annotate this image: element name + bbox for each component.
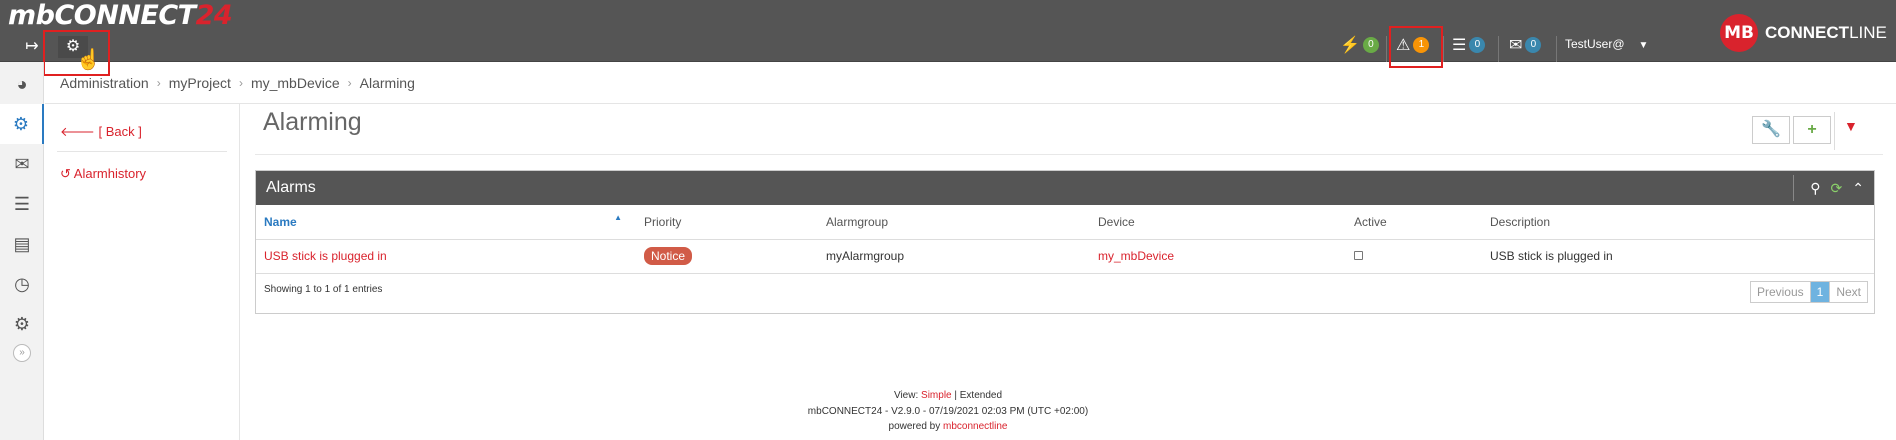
column-header-description[interactable]: Description <box>1482 205 1874 240</box>
column-header-device[interactable]: Device <box>1090 205 1346 240</box>
description-cell: USB stick is plugged in <box>1482 239 1874 274</box>
entries-info: Showing 1 to 1 of 1 entries <box>264 283 383 295</box>
collapse-sidebar-icon[interactable]: » <box>13 344 31 362</box>
chevron-right-icon: › <box>347 75 352 90</box>
next-button[interactable]: Next <box>1830 282 1867 302</box>
alarmgroup-cell: myAlarmgroup <box>818 239 1090 274</box>
previous-button[interactable]: Previous <box>1751 281 1811 302</box>
search-icon[interactable]: ⚲ <box>1810 171 1820 205</box>
book-icon[interactable]: ▤ <box>0 224 44 264</box>
column-header-alarmgroup[interactable]: Alarmgroup <box>818 205 1090 240</box>
dashboard-icon[interactable]: ◕ <box>0 64 44 104</box>
chevron-right-icon: › <box>156 75 161 90</box>
column-header-active[interactable]: Active <box>1346 205 1482 240</box>
column-header-priority[interactable]: Priority <box>636 205 818 240</box>
wrench-button[interactable]: 🔧 <box>1752 116 1790 144</box>
alarm-name-link[interactable]: USB stick is plugged in <box>256 239 636 274</box>
divider <box>1834 112 1835 150</box>
app-logo[interactable]: mbCONNECT24 <box>8 0 233 31</box>
divider <box>1498 36 1499 62</box>
table-row[interactable]: USB stick is plugged in Notice myAlarmgr… <box>256 239 1874 274</box>
divider <box>255 154 1883 155</box>
chevron-up-icon[interactable]: ⌃ <box>1852 171 1864 205</box>
sidebar-rail: ◕ ⚙ ✉ ☰ ▤ ◷ ⚙ » <box>0 62 44 440</box>
table-footer: Showing 1 to 1 of 1 entries Previous 1 N… <box>256 274 1874 314</box>
widget-header: Alarms ⚲ ⟳ ⌃ <box>256 171 1874 205</box>
divider <box>1556 36 1557 62</box>
arrow-left-icon: 🡐 <box>60 124 99 139</box>
caret-down-icon[interactable]: ▼ <box>1844 118 1858 134</box>
gear-icon[interactable]: ⚙ <box>0 304 44 344</box>
back-link[interactable]: 🡐 [ Back ] <box>60 124 142 140</box>
priority-badge: Notice <box>644 247 693 265</box>
envelope-icon[interactable]: ✉ <box>0 144 44 184</box>
server-status[interactable]: ☰ 0 <box>1452 34 1486 56</box>
caret-down-icon: ▼ <box>1638 40 1649 51</box>
priority-cell: Notice <box>636 239 818 274</box>
breadcrumb-item[interactable]: my_mbDevice <box>251 75 340 91</box>
divider <box>1793 175 1795 201</box>
chevron-right-icon: › <box>238 75 243 90</box>
envelope-icon: ✉ <box>1509 37 1523 54</box>
add-button[interactable]: + <box>1793 116 1831 144</box>
messages-count-badge: 0 <box>1525 37 1542 53</box>
user-menu[interactable]: TestUser@ ▼ <box>1565 37 1648 51</box>
flash-status[interactable]: ⚡ 0 <box>1340 34 1379 56</box>
footer-view: View: Simple | Extended <box>893 390 1003 401</box>
breadcrumb: Administration › myProject › my_mbDevice… <box>45 62 1896 104</box>
expand-icon[interactable]: ↦ <box>19 36 45 58</box>
divider <box>1386 36 1387 62</box>
server-count-badge: 0 <box>1469 37 1486 53</box>
page-1-button[interactable]: 1 <box>1810 281 1831 302</box>
top-navbar: mbCONNECT24 ↦ ⚙ ☝ ⚡ 0 ⚠ 1 ☰ 0 ✉ 0 TestUs… <box>0 0 1896 76</box>
view-simple-link[interactable]: Simple <box>921 390 952 401</box>
page-title: Alarming <box>263 108 362 136</box>
breadcrumb-item: Alarming <box>359 74 415 91</box>
sort-asc-icon: ▲ <box>614 213 622 222</box>
footer-version: mbCONNECT24 - V2.9.0 - 07/19/2021 02:03 … <box>807 406 1089 417</box>
alarms-widget: Alarms ⚲ ⟳ ⌃ Name ▲ Priority Alarmgroup D… <box>255 170 1875 314</box>
bolt-icon: ⚡ <box>1340 37 1360 54</box>
brand-badge: MB <box>1720 14 1758 52</box>
cogs-icon[interactable]: ⚙ <box>0 104 44 144</box>
powered-by-link[interactable]: mbconnectline <box>943 421 1007 432</box>
widget-title: Alarms <box>266 179 316 196</box>
column-header-name[interactable]: Name ▲ <box>256 205 636 240</box>
history-icon: ↺ <box>60 166 74 181</box>
alarms-table: Name ▲ Priority Alarmgroup Device Active … <box>256 205 1874 274</box>
footer-powered: powered by mbconnectline <box>888 421 1008 432</box>
alarmhistory-link[interactable]: ↺ Alarmhistory <box>60 166 146 182</box>
divider <box>1443 36 1444 62</box>
view-extended-link[interactable]: | Extended <box>954 390 1002 401</box>
breadcrumb-item[interactable]: Administration <box>60 75 149 91</box>
server-icon[interactable]: ☰ <box>0 184 44 224</box>
username: TestUser@ <box>1565 37 1625 51</box>
divider <box>57 151 227 152</box>
messages-status[interactable]: ✉ 0 <box>1509 34 1542 56</box>
device-link[interactable]: my_mbDevice <box>1090 239 1346 274</box>
active-cell <box>1346 239 1482 274</box>
clock-icon[interactable]: ◷ <box>0 264 44 304</box>
refresh-icon[interactable]: ⟳ <box>1831 171 1843 205</box>
brand-logo: MB CONNECTLINE <box>1720 14 1887 52</box>
flash-count-badge: 0 <box>1362 37 1379 53</box>
server-icon: ☰ <box>1452 37 1467 54</box>
active-checkbox[interactable] <box>1354 251 1363 260</box>
breadcrumb-item[interactable]: myProject <box>169 75 231 91</box>
pagination: Previous 1 Next <box>1749 280 1868 303</box>
